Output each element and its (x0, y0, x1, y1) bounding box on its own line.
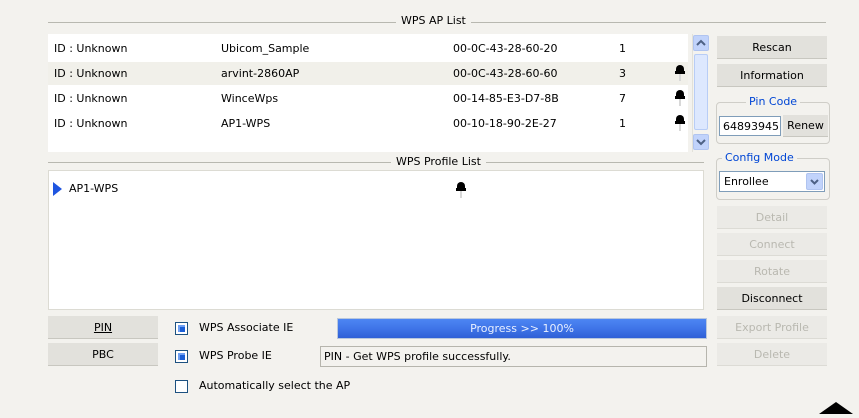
wps-associate-ie-checkbox[interactable] (175, 322, 188, 335)
ap-id: ID : Unknown (54, 92, 128, 105)
dropdown-button[interactable] (806, 173, 823, 190)
ap-channel: 7 (619, 92, 626, 105)
wps-associate-ie-label: WPS Associate IE (199, 321, 294, 334)
progress-text: Progress >> 100% (470, 322, 574, 335)
scroll-up-button[interactable] (693, 35, 709, 51)
ap-row[interactable]: ID : Unknown AP1-WPS 00-10-18-90-2E-27 1 (48, 112, 688, 135)
lock-icon (675, 64, 685, 82)
ap-list[interactable]: ID : Unknown Ubicom_Sample 00-0C-43-28-6… (48, 34, 688, 152)
profile-list[interactable]: AP1-WPS (48, 170, 704, 310)
config-mode-value: Enrollee (724, 175, 769, 188)
rotate-button[interactable]: Rotate (717, 260, 827, 283)
lock-icon (456, 181, 466, 199)
profile-name: AP1-WPS (69, 182, 119, 195)
profile-list-title: WPS Profile List (391, 155, 486, 169)
ap-list-title: WPS AP List (396, 14, 471, 28)
ap-row[interactable]: ID : Unknown arvint-2860AP 00-0C-43-28-6… (48, 62, 688, 85)
wps-probe-ie-label: WPS Probe IE (199, 349, 272, 362)
selected-arrow-icon (53, 182, 62, 196)
pin-button-label: PIN (93, 321, 113, 334)
connect-button[interactable]: Connect (717, 233, 827, 256)
ap-id: ID : Unknown (54, 117, 128, 130)
chevron-down-icon (810, 179, 819, 185)
chevron-up-icon (696, 39, 706, 46)
ap-row[interactable]: ID : Unknown WinceWps 00-14-85-E3-D7-8B … (48, 87, 688, 110)
pbc-button-label: PBC (92, 348, 114, 361)
ap-channel: 1 (619, 117, 626, 130)
chevron-down-icon (696, 139, 706, 146)
scroll-thumb[interactable] (694, 54, 708, 130)
pbc-button[interactable]: PBC (48, 343, 158, 366)
rescan-button[interactable]: Rescan (717, 36, 827, 59)
ap-ssid: arvint-2860AP (221, 67, 300, 80)
ap-channel: 3 (619, 67, 626, 80)
ap-row[interactable]: ID : Unknown Ubicom_Sample 00-0C-43-28-6… (48, 37, 688, 60)
renew-button[interactable]: Renew (783, 115, 828, 137)
ap-id: ID : Unknown (54, 42, 128, 55)
wps-probe-ie-checkbox[interactable] (175, 350, 188, 363)
progress-bar: Progress >> 100% (337, 318, 707, 339)
profile-item[interactable]: AP1-WPS (49, 181, 699, 199)
scroll-down-button[interactable] (693, 134, 709, 150)
ap-bssid: 00-10-18-90-2E-27 (453, 117, 557, 130)
delete-button[interactable]: Delete (717, 343, 827, 366)
pin-button[interactable]: PIN (48, 316, 158, 339)
ap-bssid: 00-14-85-E3-D7-8B (453, 92, 559, 105)
ap-list-scrollbar[interactable] (692, 34, 710, 152)
ap-id: ID : Unknown (54, 67, 128, 80)
config-mode-label: Config Mode (722, 151, 797, 164)
auto-select-ap-label: Automatically select the AP (199, 379, 351, 392)
ap-ssid: Ubicom_Sample (221, 42, 310, 55)
detail-button[interactable]: Detail (717, 206, 827, 229)
export-profile-button[interactable]: Export Profile (717, 316, 827, 339)
pin-code-label: Pin Code (746, 95, 801, 108)
status-text: PIN - Get WPS profile successfully. (320, 346, 707, 367)
ap-bssid: 00-0C-43-28-60-20 (453, 42, 558, 55)
collapse-arrow-icon[interactable] (819, 402, 853, 414)
ap-channel: 1 (619, 42, 626, 55)
config-mode-select[interactable]: Enrollee (719, 171, 825, 192)
profile-list-divider (48, 162, 704, 163)
auto-select-ap-checkbox[interactable] (175, 380, 188, 393)
lock-icon (675, 114, 685, 132)
information-button[interactable]: Information (717, 64, 827, 87)
disconnect-button[interactable]: Disconnect (717, 287, 827, 310)
ap-bssid: 00-0C-43-28-60-60 (453, 67, 558, 80)
pin-code-field[interactable]: 64893945 (719, 116, 781, 136)
ap-ssid: WinceWps (221, 92, 279, 105)
lock-icon (675, 89, 685, 107)
ap-ssid: AP1-WPS (221, 117, 271, 130)
